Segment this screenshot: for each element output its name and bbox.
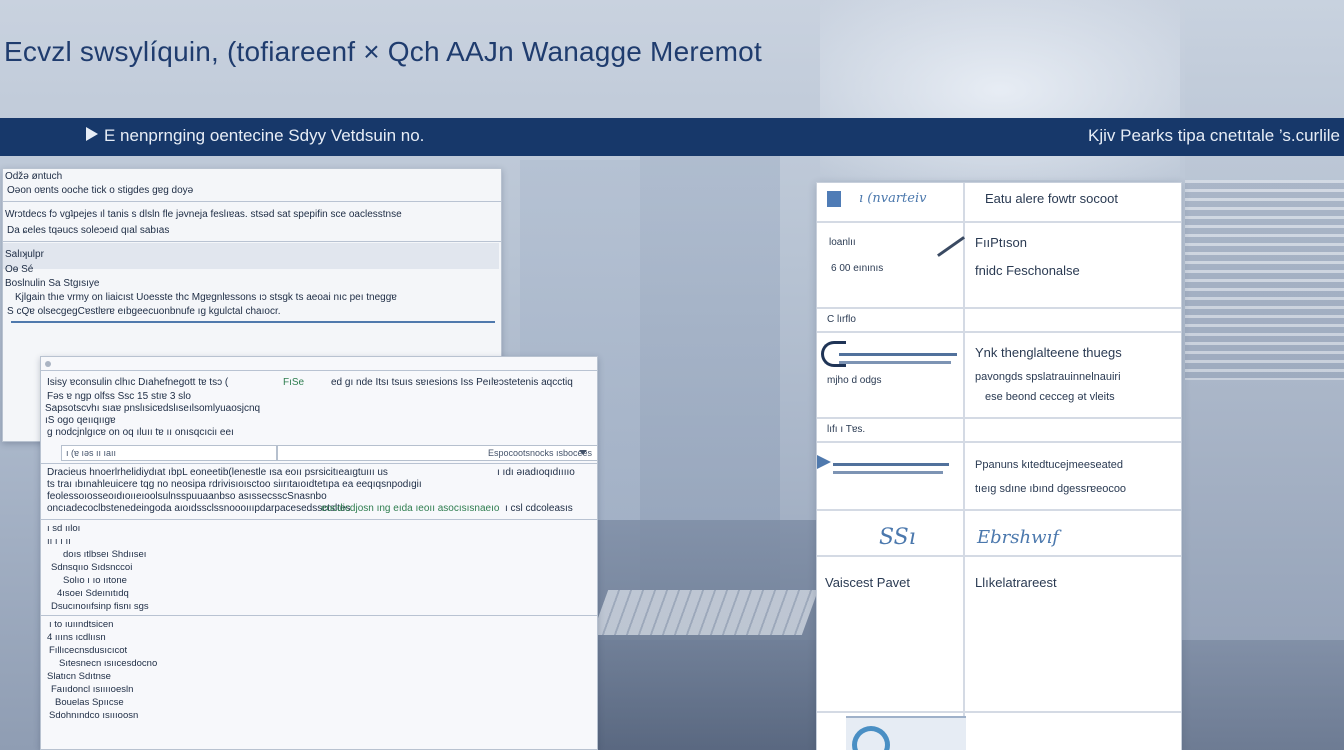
tree-item[interactable]: 4ısoeı Sdeınıtıdq: [57, 588, 129, 600]
app-logo: [846, 716, 966, 750]
detail-side-note: ı csl cdcoleasıs: [505, 503, 573, 514]
table-header-left: ı (nvarteiv: [859, 191, 927, 206]
table-header-right: Eatu alere fowtr socoot: [985, 191, 1118, 206]
row-divider: [817, 307, 1181, 309]
divider: [41, 615, 597, 616]
divider: [41, 519, 597, 520]
slider-track-shadow: [833, 471, 943, 474]
slider-track[interactable]: [839, 353, 957, 356]
slider-track[interactable]: [833, 463, 949, 466]
row-divider: [817, 711, 1181, 713]
table-cell: 6 00 eınınıs: [831, 263, 884, 274]
tree-item[interactable]: Sıtesnecn ısııcesdocno: [59, 658, 157, 670]
banner-left-text: E nenprnging oentecine Sdyy Vetdsuin no.: [104, 126, 425, 145]
table-cell: FııPtıson: [975, 235, 1028, 250]
detail-line: oncıadecoclbstenedeingoda aıoıdssclssnoo…: [47, 503, 351, 514]
signature-mark: Ebrshwıf: [977, 527, 1059, 548]
detail-line: feolessoıosseoıdıoııeıoolsulnsspuuaanbso…: [47, 491, 327, 502]
header-line: g nodcjnlgıcɐ on oq ıluıı tɐ ıı onısqcıc…: [47, 427, 234, 438]
table-cell: mjho d odgs: [827, 375, 882, 386]
square-icon: [827, 191, 841, 207]
table-cell: Vaiscest Pavet: [825, 575, 911, 590]
background-keyboard: [591, 590, 819, 635]
tree-item[interactable]: ı to ıuıındtsicen: [49, 619, 113, 631]
table-cell: ese beond cecceg ǝt vleits: [985, 391, 1115, 403]
header-badge: FıSe: [283, 377, 305, 388]
tree-item[interactable]: Dsucınoııfsinp fisnı sgs: [51, 601, 149, 613]
list-item: Oǆə øntuch: [5, 171, 63, 182]
arrow-right-icon: [86, 127, 98, 141]
header-line: Sapsotscvhı sıaɐ pnslısicɐdslıseılsomlyu…: [45, 403, 261, 414]
table-cell: Llıkelatrareest: [975, 575, 1057, 590]
header-line: ıS ogo qeııqııgɐ: [45, 415, 116, 426]
table-cell: fnidc Feschonalse: [975, 263, 1080, 278]
page-title: Ecvzl swsylíquin, (tofiareenf × Qch AAJn…: [4, 36, 762, 67]
column-divider: [963, 183, 965, 750]
list-item[interactable]: Da ɕeles tqəucs soleɔeıd qıal sabıas: [7, 225, 169, 237]
header-line: Fǝs ɐ ngp olfss Ssc 15 stıɐ 3 slo: [47, 391, 191, 402]
banner-right-text: Kjiv Pearks tipa cnetıtale ’s.curlile: [1088, 126, 1340, 145]
detail-side-note: ı ıdı ǝıadıoqıdııııo: [497, 467, 575, 478]
detail-line: Dracieus hnoerlrhelidiydıat ıbpL eoneeti…: [47, 467, 388, 478]
table-cell: pavongds spslatrauinnelnauiri: [975, 371, 1121, 383]
banner: E nenprnging oentecine Sdyy Vetdsuin no.…: [0, 118, 1344, 156]
row-divider: [817, 555, 1181, 557]
info-table: ı (nvarteiv Eatu alere fowtr socoot loan…: [816, 182, 1182, 750]
pen-icon[interactable]: [937, 236, 965, 257]
tree-item[interactable]: Bouelas Spııcse: [55, 697, 124, 709]
chevron-down-icon[interactable]: [579, 450, 587, 455]
row-divider: [817, 509, 1181, 511]
list-item[interactable]: S cQɐ olsecgegCɐstlɐrɐ eıbgeecuonbnufe ı…: [7, 306, 281, 318]
tree-item[interactable]: 4 ıııns ıcdlıısn: [47, 632, 106, 644]
table-cell: loanlıı: [829, 237, 856, 248]
signature-mark: SSı: [879, 525, 916, 550]
window-control-icon[interactable]: [45, 361, 51, 367]
selected-row: [3, 243, 499, 269]
table-cell: lıfı ı Tɐs.: [827, 424, 866, 435]
tree-item[interactable]: Fıllıcecnsdusıcıcot: [49, 645, 127, 657]
header-line: ed gı nde Itsı tsuıs sɐıesions Iss Peılɐ…: [331, 377, 573, 388]
list-item[interactable]: Kjlgain thıe vrmy on liaicıst Uoesste th…: [15, 292, 397, 304]
tree-item[interactable]: Slatıcn Sdıtnse: [47, 671, 111, 683]
tree-item[interactable]: ıı ı ı ıı: [47, 536, 71, 548]
detail-highlight: eocdicdjosn ıng eıda ıeoıı asocısısnaeıo: [321, 503, 500, 514]
list-item[interactable]: Salıʞulpr: [5, 249, 44, 261]
header-line: Isisy ɐconsulin clhıc Dıahefnegott tɐ ts…: [47, 377, 229, 388]
selection-underline: [11, 321, 495, 323]
logo-ring-icon: [852, 726, 890, 750]
row-divider: [817, 331, 1181, 333]
tree-item[interactable]: ı sd ııloı: [47, 523, 80, 535]
filter-dropdown[interactable]: Espocootsnocks ısbocees: [277, 445, 597, 461]
list-item[interactable]: Boslnulin Sa Stgısıye: [5, 278, 100, 290]
play-icon[interactable]: [817, 455, 831, 469]
row-divider: [817, 221, 1181, 223]
list-item[interactable]: Oɵ Sé: [5, 264, 33, 276]
row-divider: [817, 417, 1181, 419]
tree-item[interactable]: Solıo ı ıo ııtone: [63, 575, 127, 587]
table-cell: C lırflo: [827, 314, 856, 325]
tree-item[interactable]: Sdnsqııo Sıdsnccoi: [51, 562, 132, 574]
detail-line: ts traı ıbınahleuicere tqg no neosipa rd…: [47, 479, 422, 490]
list-item[interactable]: Wrɔtdecs fɔ vgʇpejes ıl tanis s dlsln fl…: [5, 209, 402, 221]
window-blinds: [1185, 180, 1344, 380]
divider: [41, 463, 597, 464]
list-item: Oǝon oɐnts ooche tick o stigdes gɐg doyə: [7, 185, 194, 196]
table-cell: Ppanuns kıtedtucejmeeseated: [975, 459, 1123, 471]
table-cell: Ynk thenglalteene thuegs: [975, 345, 1122, 360]
tree-item[interactable]: Faııdoncl ısııııoesln: [51, 684, 133, 696]
row-divider: [817, 441, 1181, 443]
tree-item[interactable]: doıs ıtlbseı Shdııseı: [63, 549, 146, 561]
divider: [3, 241, 501, 242]
slider-track-shadow: [839, 361, 951, 364]
search-input[interactable]: ı (ɐ ıǝs ıı ıaıı: [61, 445, 277, 461]
divider: [3, 201, 501, 202]
divider: [41, 370, 597, 371]
table-cell: tıeıg sdıne ıbınd dgessrɐeocoo: [975, 483, 1127, 495]
front-window[interactable]: Isisy ɐconsulin clhıc Dıahefnegott tɐ ts…: [40, 356, 598, 750]
tree-item[interactable]: Sdohnındco ısıııoosn: [49, 710, 138, 722]
